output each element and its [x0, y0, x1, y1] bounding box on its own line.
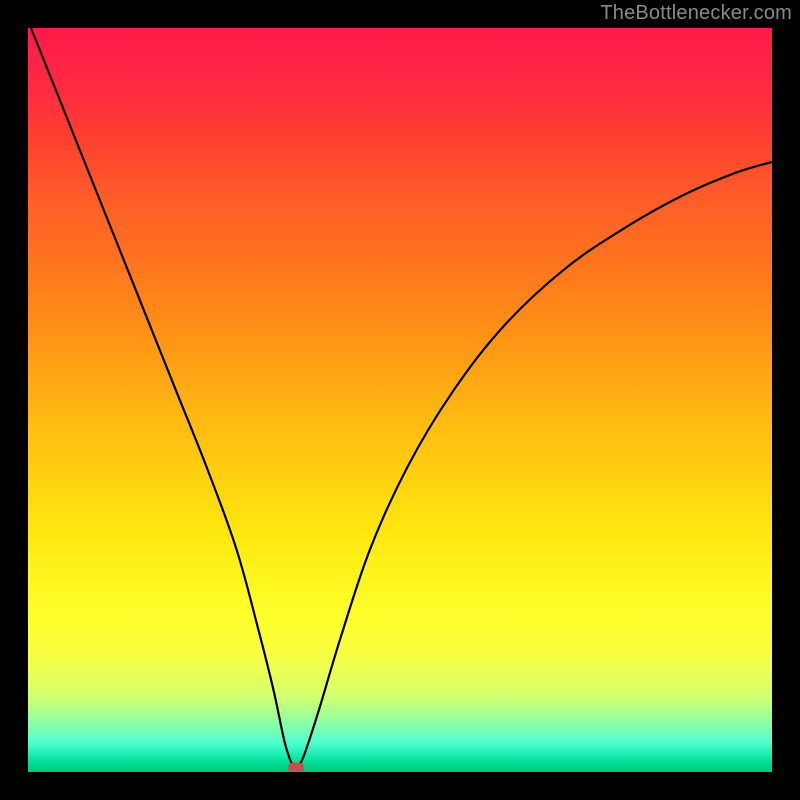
watermark-text: TheBottlenecker.com [600, 2, 792, 25]
curve-svg [28, 28, 772, 772]
chart-container: TheBottlenecker.com [0, 0, 800, 800]
bottleneck-curve [28, 28, 772, 769]
plot-area [28, 28, 772, 772]
minimum-marker [288, 763, 304, 772]
